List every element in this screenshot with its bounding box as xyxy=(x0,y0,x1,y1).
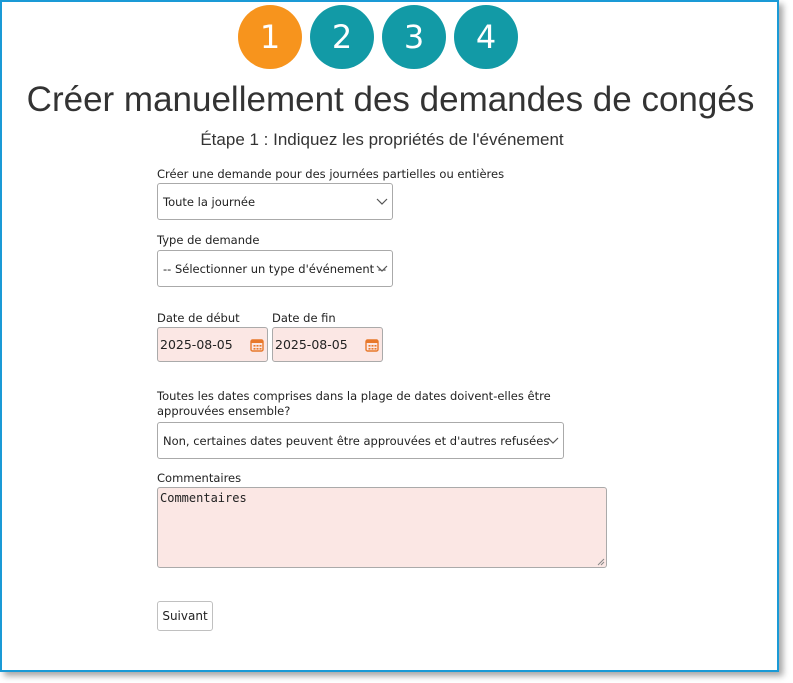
duration-select[interactable]: Toute la journée xyxy=(157,183,393,220)
step-4[interactable]: 4 xyxy=(454,5,518,69)
end-date-input[interactable]: 2025-08-05 xyxy=(272,327,383,362)
request-type-select[interactable]: -- Sélectionner un type d'événement -- xyxy=(157,250,393,287)
end-date-value: 2025-08-05 xyxy=(275,337,348,352)
calendar-icon[interactable] xyxy=(365,338,379,352)
start-date-input[interactable]: 2025-08-05 xyxy=(157,327,268,362)
dialog-frame: 1 2 3 4 Créer manuellement des demandes … xyxy=(0,0,779,672)
page-title: Créer manuellement des demandes de congé… xyxy=(26,80,755,119)
page-subtitle: Étape 1 : Indiquez les propriétés de l'é… xyxy=(200,130,564,149)
step-1[interactable]: 1 xyxy=(238,5,302,69)
chevron-down-icon xyxy=(376,198,388,205)
approval-label: Toutes les dates comprises dans la plage… xyxy=(157,389,551,418)
resize-grip-icon[interactable] xyxy=(597,558,605,566)
duration-label: Créer une demande pour des journées part… xyxy=(157,167,505,181)
comments-label: Commentaires xyxy=(157,471,242,485)
start-date-label: Date de début xyxy=(157,311,240,325)
next-button[interactable]: Suivant xyxy=(157,601,213,631)
chevron-down-icon xyxy=(376,265,388,272)
chevron-down-icon xyxy=(547,437,559,444)
comments-textarea[interactable]: Commentaires xyxy=(157,487,607,568)
calendar-icon[interactable] xyxy=(250,338,264,352)
step-2[interactable]: 2 xyxy=(310,5,374,69)
step-3[interactable]: 3 xyxy=(382,5,446,69)
request-type-value: -- Sélectionner un type d'événement -- xyxy=(163,261,387,276)
approval-value: Non, certaines dates peuvent être approu… xyxy=(163,433,550,448)
comments-value: Commentaires xyxy=(160,491,247,505)
duration-value: Toute la journée xyxy=(163,194,256,209)
approval-select[interactable]: Non, certaines dates peuvent être approu… xyxy=(157,422,564,459)
start-date-value: 2025-08-05 xyxy=(160,337,233,352)
end-date-label: Date de fin xyxy=(272,311,336,325)
request-type-label: Type de demande xyxy=(157,233,260,247)
